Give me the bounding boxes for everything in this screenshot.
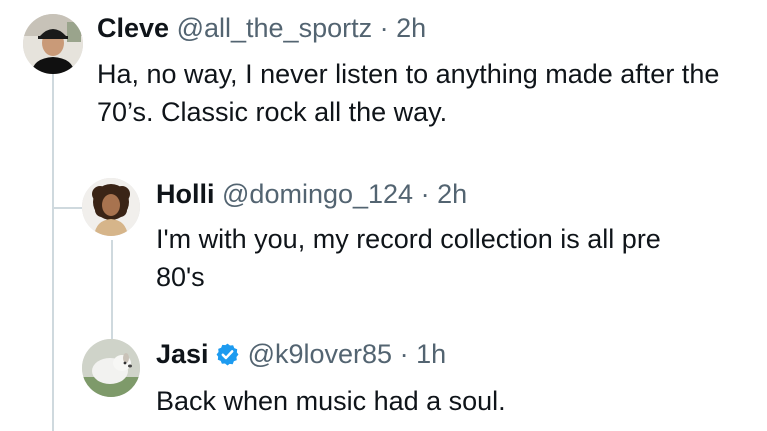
tweet-text: Ha, no way, I never listen to anything m… xyxy=(97,59,720,127)
reply-connector-line xyxy=(111,240,113,340)
avatar-cleve[interactable] xyxy=(23,14,83,74)
tweet-header: Holli @domingo_124 · 2h xyxy=(156,178,467,210)
avatar-woman-curly-hair-icon xyxy=(82,178,140,236)
avatar-dog-icon xyxy=(82,339,140,397)
avatar-jasi[interactable] xyxy=(82,339,140,397)
display-name[interactable]: Jasi xyxy=(156,339,209,369)
tweet-header: Cleve @all_the_sportz · 2h xyxy=(97,12,426,44)
reply-thread: Cleve @all_the_sportz · 2h Ha, no way, I… xyxy=(0,0,767,431)
user-handle[interactable]: @all_the_sportz xyxy=(177,13,373,43)
display-name[interactable]: Cleve xyxy=(97,13,169,43)
timestamp[interactable]: 1h xyxy=(416,339,446,369)
separator-dot: · xyxy=(420,179,430,209)
user-handle[interactable]: @domingo_124 xyxy=(222,179,413,209)
avatar-man-cap-icon xyxy=(23,14,83,74)
tweet-header: Jasi @k9lover85 · 1h xyxy=(156,338,446,370)
thread-connector-line xyxy=(52,74,54,431)
separator-dot: · xyxy=(399,339,409,369)
avatar-holli[interactable] xyxy=(82,178,140,236)
separator-dot: · xyxy=(379,13,389,43)
user-handle[interactable]: @k9lover85 xyxy=(248,339,392,369)
tweet-text: Back when music had a soul. xyxy=(156,386,506,416)
tweet-text: I'm with you, my record collection is al… xyxy=(156,224,661,292)
timestamp[interactable]: 2h xyxy=(396,13,426,43)
display-name[interactable]: Holli xyxy=(156,179,215,209)
verified-badge-icon xyxy=(215,342,240,367)
timestamp[interactable]: 2h xyxy=(437,179,467,209)
